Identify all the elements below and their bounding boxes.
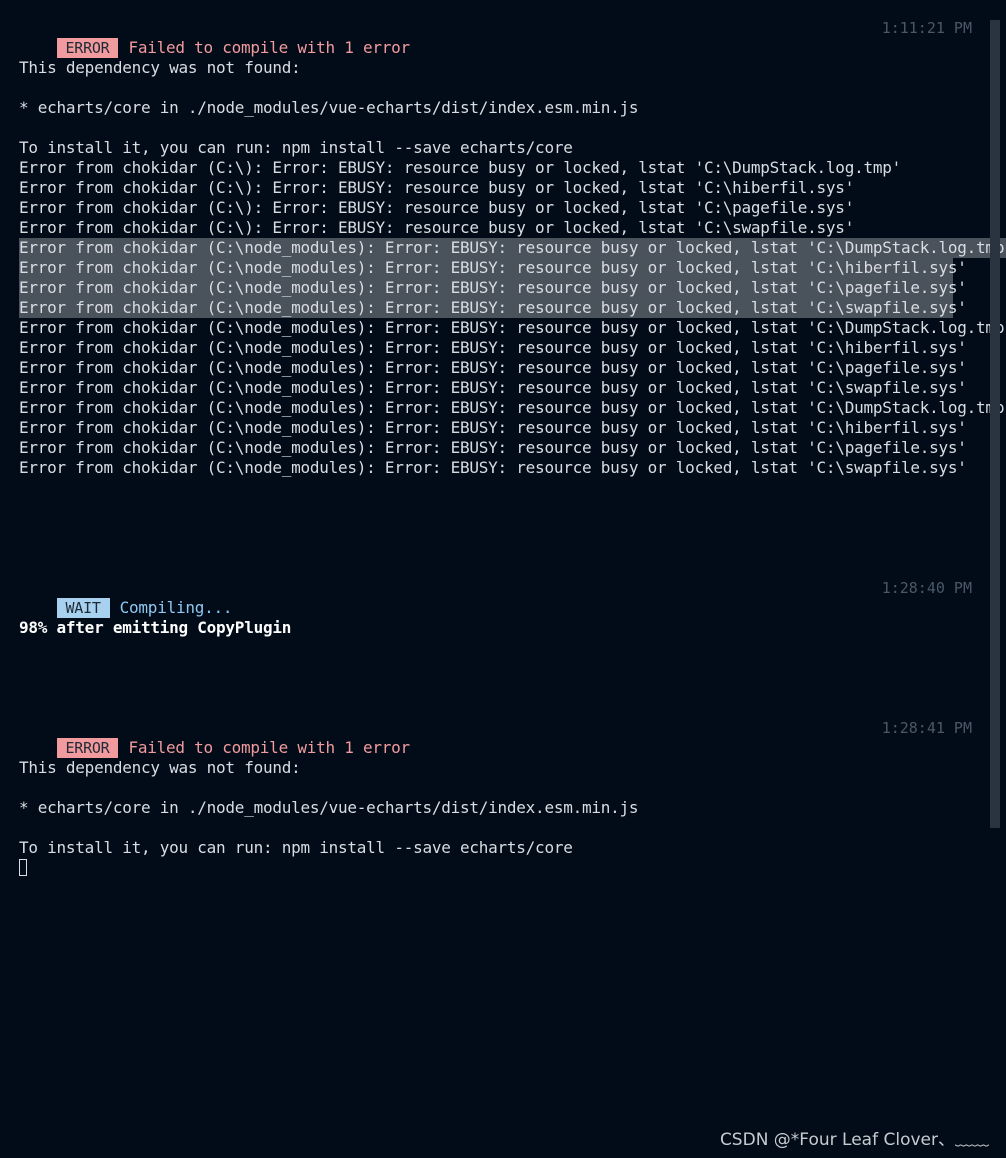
chokidar-error-line: Error from chokidar (C:\node_modules): E…	[19, 438, 967, 457]
chokidar-error-line: Error from chokidar (C:\node_modules): E…	[19, 418, 967, 437]
error-badge: ERROR	[56, 738, 119, 758]
dependency-not-found-line: This dependency was not found:	[19, 758, 301, 777]
chokidar-error-line: Error from chokidar (C:\node_modules): E…	[19, 378, 967, 397]
wait-badge: WAIT	[56, 598, 110, 618]
dependency-not-found-line: This dependency was not found:	[19, 58, 301, 77]
chokidar-error-line: Error from chokidar (C:\node_modules): E…	[19, 318, 1006, 337]
terminal-output[interactable]: ERROR Failed to compile with 1 error 1:11…	[0, 0, 1006, 1158]
chokidar-error-line: Error from chokidar (C:\): Error: EBUSY:…	[19, 178, 855, 197]
wait-message: Compiling...	[119, 598, 233, 617]
wait-header: WAIT Compiling...	[19, 578, 232, 618]
chokidar-error-line: Error from chokidar (C:\node_modules): E…	[19, 338, 967, 357]
chokidar-error-line: Error from chokidar (C:\): Error: EBUSY:…	[19, 158, 901, 177]
chokidar-error-line: Error from chokidar (C:\node_modules): E…	[19, 398, 1006, 417]
chokidar-error-line: Error from chokidar (C:\): Error: EBUSY:…	[19, 218, 855, 237]
chokidar-error-line: Error from chokidar (C:\node_modules): E…	[19, 458, 967, 477]
progress-line: 98% after emitting CopyPlugin	[19, 618, 292, 637]
error-badge: ERROR	[56, 38, 119, 58]
install-hint-line: To install it, you can run: npm install …	[19, 838, 573, 857]
timestamp: 1:28:41 PM	[881, 719, 972, 737]
error-header-1: ERROR Failed to compile with 1 error	[19, 18, 410, 58]
chokidar-error-line: Error from chokidar (C:\): Error: EBUSY:…	[19, 198, 855, 217]
chokidar-error-line-selected[interactable]: Error from chokidar (C:\node_modules): E…	[19, 238, 1006, 258]
error-header-2: ERROR Failed to compile with 1 error	[19, 718, 410, 758]
error-message: Failed to compile with 1 error	[128, 38, 410, 57]
dependency-item-line: * echarts/core in ./node_modules/vue-ech…	[19, 798, 639, 817]
dependency-item-line: * echarts/core in ./node_modules/vue-ech…	[19, 98, 639, 117]
watermark: CSDN @*Four Leaf Clover、﹏﹏	[719, 1130, 989, 1150]
timestamp: 1:28:40 PM	[881, 579, 972, 597]
chokidar-error-line-selected[interactable]: Error from chokidar (C:\node_modules): E…	[19, 278, 967, 298]
error-message: Failed to compile with 1 error	[128, 738, 410, 757]
chokidar-error-line-selected[interactable]: Error from chokidar (C:\node_modules): E…	[19, 258, 967, 278]
chokidar-error-line-selected[interactable]: Error from chokidar (C:\node_modules): E…	[19, 298, 967, 318]
scrollbar[interactable]	[990, 20, 1000, 828]
chokidar-error-line: Error from chokidar (C:\node_modules): E…	[19, 358, 967, 377]
install-hint-line: To install it, you can run: npm install …	[19, 138, 573, 157]
block-cursor-icon	[19, 859, 27, 876]
timestamp: 1:11:21 PM	[881, 19, 972, 37]
